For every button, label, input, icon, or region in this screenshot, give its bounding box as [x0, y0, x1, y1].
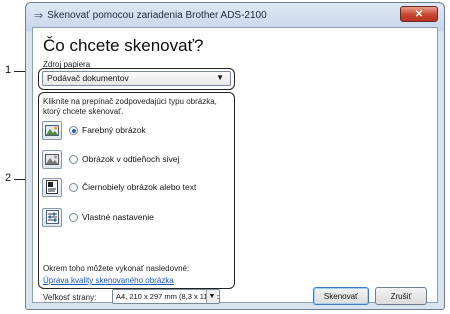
custom-settings-icon[interactable] [42, 207, 62, 227]
scanner-app-icon: ⇒ [34, 9, 44, 22]
grayscale-picture-icon[interactable] [42, 149, 62, 169]
option-color-picture[interactable]: Farebný obrázok [42, 119, 146, 141]
option-label: Obrázok v odtieňoch sivej [82, 154, 180, 164]
option-label: Vlastné nastavenie [82, 212, 154, 222]
radio-grayscale-picture[interactable] [69, 154, 78, 164]
radio-color-picture[interactable] [69, 125, 78, 135]
option-grayscale-picture[interactable]: Obrázok v odtieňoch sivej [42, 148, 179, 170]
highlight-frame-source [38, 68, 235, 90]
window-title: Skenovať pomocou zariadenia Brother ADS-… [47, 9, 267, 21]
cancel-button[interactable]: Zrušiť [375, 287, 427, 305]
radio-bw-text[interactable] [69, 182, 78, 192]
page-title: Čo chcete skenovať? [43, 36, 204, 55]
scan-button[interactable]: Skenovať [313, 287, 369, 305]
chevron-down-icon: ▼ [206, 290, 217, 303]
page-size-select[interactable]: A4, 210 x 297 mm (8,3 x 11,7 pa ▼ [112, 289, 220, 304]
option-label: Čiernobiely obrázok alebo text [82, 182, 197, 192]
scan-dialog-window: ⇒ Skenovať pomocou zariadenia Brother AD… [25, 2, 445, 310]
callout-1: 1 [5, 64, 12, 76]
radio-custom-settings[interactable] [69, 212, 78, 222]
callout-2: 2 [5, 172, 12, 184]
option-bw-text[interactable]: Čiernobiely obrázok alebo text [42, 176, 196, 198]
option-label: Farebný obrázok [82, 125, 146, 135]
option-custom-settings[interactable]: Vlastné nastavenie [42, 206, 154, 228]
dialog-content: Čo chcete skenovať? Zdroj papiera Podáva… [32, 27, 438, 305]
adjust-quality-link[interactable]: Úprava kvality skenovaného obrázka [43, 276, 174, 285]
page-size-value: A4, 210 x 297 mm (8,3 x 11,7 pa [116, 292, 220, 301]
color-picture-icon[interactable] [42, 120, 62, 140]
close-button[interactable]: ✕ [400, 6, 438, 22]
extra-actions-text: Okrem toho môžete vykonať nasledovné: [43, 264, 190, 273]
bw-text-icon[interactable] [42, 177, 62, 197]
title-bar[interactable]: ⇒ Skenovať pomocou zariadenia Brother AD… [26, 3, 444, 27]
instruction-text: Kliknite na prepínač zodpovedajúci typu … [43, 97, 217, 116]
page-size-label: Veľkosť strany: [43, 293, 97, 302]
